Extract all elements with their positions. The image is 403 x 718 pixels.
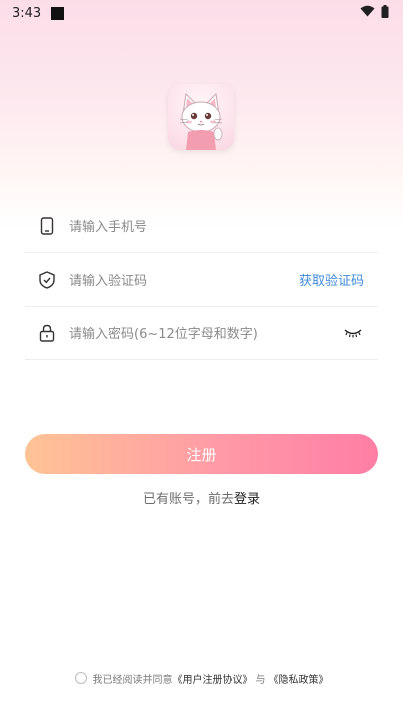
agree-radio[interactable] [74, 672, 87, 684]
verification-code-field[interactable]: 请输入验证码 获取验证码 [25, 253, 378, 307]
get-code-button[interactable]: 获取验证码 [299, 270, 364, 289]
battery-icon [381, 4, 389, 22]
agreement-conjunction: 与 [255, 674, 266, 686]
privacy-policy-link[interactable]: 《隐私政策》 [269, 671, 329, 686]
lock-icon [37, 323, 57, 343]
cat-logo [179, 92, 223, 150]
eye-closed-icon[interactable] [344, 328, 362, 338]
login-prompt: 已有账号，前去登录 [0, 488, 403, 507]
login-link[interactable]: 登录 [234, 492, 260, 507]
password-input-placeholder[interactable]: 请输入密码(6~12位字母和数字) [69, 323, 344, 342]
code-input-placeholder[interactable]: 请输入验证码 [69, 270, 299, 289]
user-agreement-link[interactable]: 《用户注册协议》 [173, 671, 253, 686]
wifi-icon [360, 5, 375, 21]
agreement-row: 我已经阅读并同意 《用户注册协议》 与 《隐私政策》 [0, 670, 403, 686]
have-account-text: 已有账号，前去 [142, 492, 234, 507]
password-field[interactable]: 请输入密码(6~12位字母和数字) [25, 306, 378, 360]
app-logo-cat [168, 84, 234, 150]
phone-icon [37, 216, 57, 236]
agreement-prefix: 我已经阅读并同意 [92, 674, 173, 686]
notification-square-icon [51, 6, 65, 20]
phone-field[interactable]: 请输入手机号 [25, 199, 378, 253]
status-time: 3:43 [12, 5, 42, 21]
register-button[interactable]: 注册 [25, 434, 378, 474]
status-bar: 3:43 [0, 0, 403, 26]
phone-input-placeholder[interactable]: 请输入手机号 [69, 216, 378, 235]
shield-icon [37, 270, 57, 290]
